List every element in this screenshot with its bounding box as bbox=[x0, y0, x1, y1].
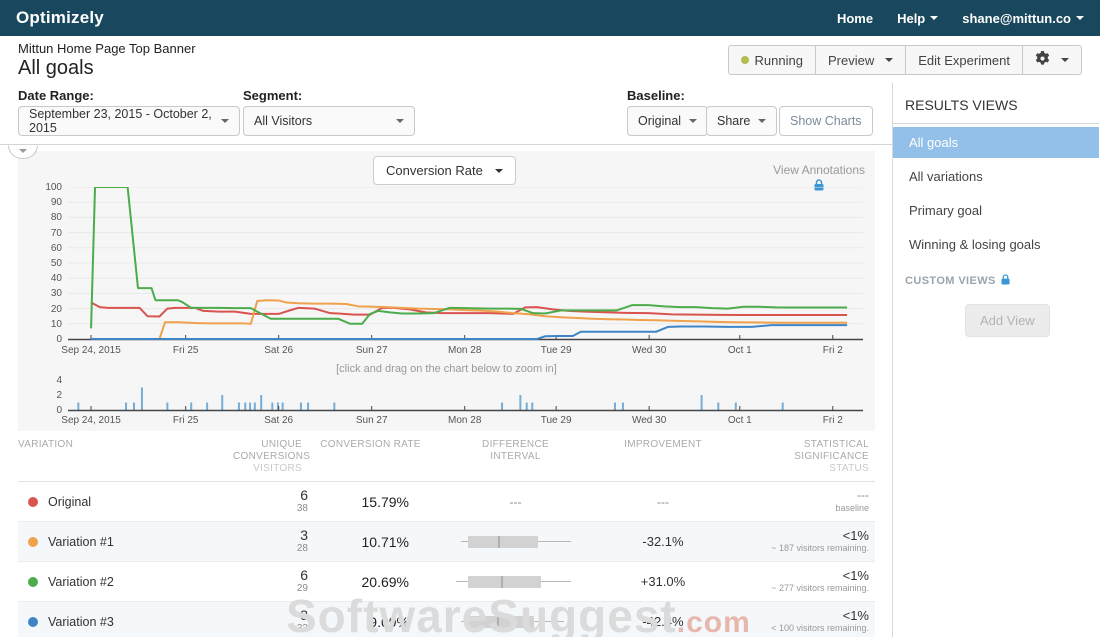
share-dropdown[interactable]: Share bbox=[706, 106, 777, 136]
add-view-button[interactable]: Add View bbox=[965, 304, 1050, 337]
results-main-area: Date Range: September 23, 2015 - October… bbox=[0, 83, 893, 637]
show-charts-button[interactable]: Show Charts bbox=[779, 106, 873, 136]
column-header-difference: DIFFERENCEINTERVAL bbox=[433, 439, 598, 475]
running-status-button[interactable]: Running bbox=[728, 45, 816, 75]
statistical-significance-cell: ---baseline bbox=[728, 488, 875, 515]
baseline-dropdown[interactable]: Original bbox=[627, 106, 708, 136]
table-row-original[interactable]: Original63815.79%---------baseline bbox=[18, 482, 875, 522]
column-header-improvement: IMPROVEMENT bbox=[598, 439, 728, 475]
conversion-rate-cell: 20.69% bbox=[308, 574, 433, 590]
variation-name-cell: Variation #2 bbox=[18, 575, 233, 589]
sidebar-item-winning-losing-goals[interactable]: Winning & losing goals bbox=[893, 229, 1099, 260]
variation-color-dot bbox=[28, 537, 38, 547]
nav-link-shane-mittun-co[interactable]: shane@mittun.co bbox=[962, 11, 1084, 26]
statistical-significance-cell: <1%~ 277 visitors remaining. bbox=[728, 569, 875, 595]
gear-icon bbox=[1035, 51, 1050, 69]
variation-color-dot bbox=[28, 497, 38, 507]
column-header-unique: UNIQUECONVERSIONSVISITORS bbox=[233, 439, 308, 475]
segment-label: Segment: bbox=[243, 88, 302, 103]
unique-conversions-cell: 328 bbox=[233, 529, 308, 555]
main-line-chart[interactable] bbox=[68, 187, 863, 347]
date-range-dropdown[interactable]: September 23, 2015 - October 2, 2015 bbox=[18, 106, 240, 136]
unique-conversions-cell: 629 bbox=[233, 569, 308, 595]
page-title: All goals bbox=[18, 57, 196, 80]
sidebar-item-primary-goal[interactable]: Primary goal bbox=[893, 195, 1099, 226]
column-header-statistical: STATISTICALSIGNIFICANCESTATUS bbox=[728, 439, 875, 475]
variation-color-dot bbox=[28, 617, 38, 627]
variation-name-cell: Variation #1 bbox=[18, 535, 233, 549]
chevron-down-icon bbox=[1061, 58, 1069, 62]
conversion-chart-panel: Conversion Rate View Annotations 0102030… bbox=[18, 151, 875, 431]
zoom-hint-text: [click and drag on the chart below to zo… bbox=[18, 363, 875, 375]
top-navbar: Optimizely Home Help shane@mittun.co bbox=[0, 0, 1100, 36]
statistical-significance-cell: <1%~ 187 visitors remaining. bbox=[728, 529, 875, 555]
difference-interval-cell: --- bbox=[433, 495, 598, 509]
lock-icon bbox=[1001, 274, 1010, 288]
custom-views-label: CUSTOM VIEWS bbox=[893, 260, 1099, 292]
table-row-variation-1[interactable]: Variation #132810.71% -32.1%<1%~ 187 visi… bbox=[18, 522, 875, 562]
header-actions: Running Preview Edit Experiment bbox=[728, 45, 1082, 75]
series-variation-3 bbox=[91, 325, 847, 339]
improvement-cell: -32.1% bbox=[598, 534, 728, 549]
nav-links: Home Help shane@mittun.co bbox=[837, 11, 1084, 26]
segment-dropdown[interactable]: All Visitors bbox=[243, 106, 415, 136]
chevron-down-icon bbox=[930, 16, 938, 20]
experiment-name: Mittun Home Page Top Banner bbox=[18, 41, 196, 56]
chevron-down-icon bbox=[221, 119, 229, 123]
conversion-rate-cell: 10.71% bbox=[308, 534, 433, 550]
chevron-down-icon bbox=[19, 149, 27, 153]
column-header-variation: VARIATION bbox=[18, 439, 233, 475]
unique-conversions-cell: 333 bbox=[233, 609, 308, 635]
variation-name-cell: Variation #3 bbox=[18, 615, 233, 629]
variation-color-dot bbox=[28, 577, 38, 587]
date-range-label: Date Range: bbox=[18, 88, 94, 103]
settings-button[interactable] bbox=[1023, 45, 1082, 75]
conversion-rate-cell: 15.79% bbox=[308, 494, 433, 510]
interval-boxplot bbox=[456, 575, 576, 589]
interval-boxplot bbox=[456, 615, 576, 629]
chevron-down-icon bbox=[689, 119, 697, 123]
difference-interval-cell bbox=[433, 535, 598, 549]
optimizely-logo[interactable]: Optimizely bbox=[16, 8, 104, 28]
difference-interval-cell bbox=[433, 615, 598, 629]
series-variation-1 bbox=[91, 300, 847, 339]
preview-button[interactable]: Preview bbox=[816, 45, 906, 75]
results-table: VARIATIONUNIQUECONVERSIONSVISITORSCONVER… bbox=[18, 431, 875, 637]
sidebar-title: RESULTS VIEWS bbox=[893, 97, 1099, 124]
chevron-down-icon bbox=[758, 119, 766, 123]
column-header-conversion-rate: CONVERSION RATE bbox=[308, 439, 433, 475]
improvement-cell: +31.0% bbox=[598, 574, 728, 589]
improvement-cell: --- bbox=[598, 494, 728, 509]
difference-interval-cell bbox=[433, 575, 598, 589]
nav-link-help[interactable]: Help bbox=[897, 11, 938, 26]
conversion-rate-cell: 9.09% bbox=[308, 614, 433, 630]
edit-experiment-button[interactable]: Edit Experiment bbox=[906, 45, 1023, 75]
experiment-header: Mittun Home Page Top Banner All goals Ru… bbox=[0, 36, 1100, 83]
running-status-dot bbox=[741, 56, 749, 64]
variation-name-cell: Original bbox=[18, 495, 233, 509]
chevron-down-icon bbox=[495, 169, 503, 173]
chevron-down-icon bbox=[1076, 16, 1084, 20]
table-header-row: VARIATIONUNIQUECONVERSIONSVISITORSCONVER… bbox=[18, 431, 875, 482]
zoom-selector-chart[interactable] bbox=[68, 379, 863, 415]
metric-selector-dropdown[interactable]: Conversion Rate bbox=[373, 156, 516, 185]
sidebar-item-all-variations[interactable]: All variations bbox=[893, 161, 1099, 192]
interval-boxplot bbox=[456, 535, 576, 549]
baseline-label: Baseline: bbox=[627, 88, 685, 103]
nav-link-home[interactable]: Home bbox=[837, 11, 873, 26]
results-views-sidebar: RESULTS VIEWS All goalsAll variationsPri… bbox=[893, 83, 1099, 637]
series-variation-2 bbox=[91, 187, 847, 328]
chevron-down-icon bbox=[885, 58, 893, 62]
filter-bar: Date Range: September 23, 2015 - October… bbox=[0, 83, 892, 145]
statistical-significance-cell: <1%< 100 visitors remaining. bbox=[728, 609, 875, 635]
unique-conversions-cell: 638 bbox=[233, 489, 308, 515]
table-row-variation-3[interactable]: Variation #33339.09% -42.4%<1%< 100 visit… bbox=[18, 602, 875, 637]
chevron-down-icon bbox=[396, 119, 404, 123]
improvement-cell: -42.4% bbox=[598, 614, 728, 629]
sidebar-item-all-goals[interactable]: All goals bbox=[893, 127, 1099, 158]
table-row-variation-2[interactable]: Variation #262920.69% +31.0%<1%~ 277 visi… bbox=[18, 562, 875, 602]
